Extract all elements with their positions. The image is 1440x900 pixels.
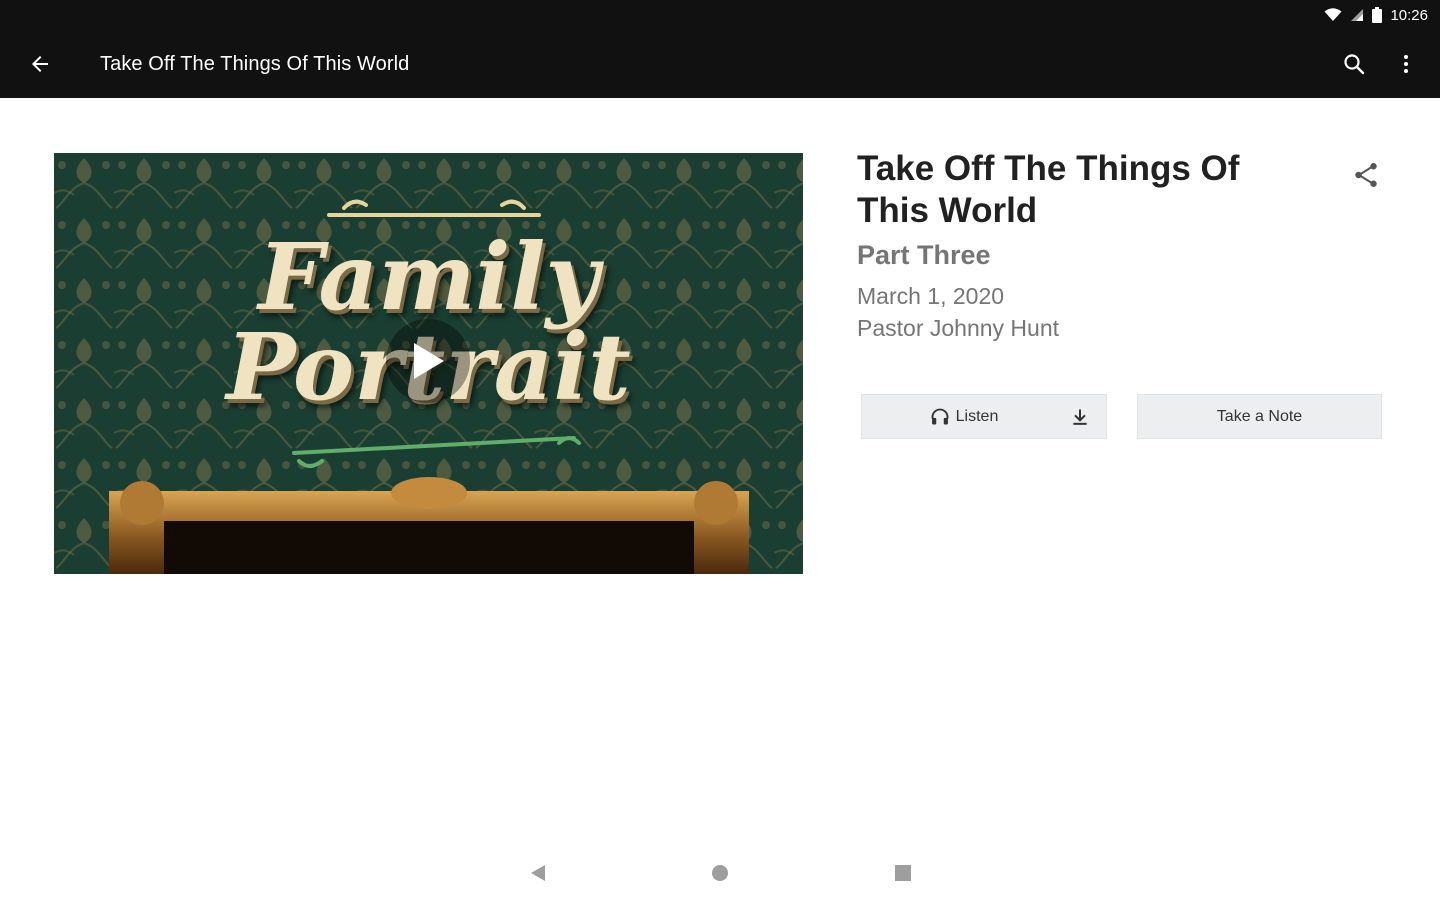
nav-recents-button[interactable] xyxy=(889,859,917,887)
take-note-label: Take a Note xyxy=(1216,407,1303,425)
arrow-back-icon xyxy=(32,56,48,72)
more-vert-icon xyxy=(1404,55,1408,73)
app-bar: Take Off The Things Of This World xyxy=(0,30,1440,98)
sermon-speaker: Pastor Johnny Hunt xyxy=(857,315,1060,341)
status-bar: 10:26 xyxy=(0,0,1440,30)
headphones-icon xyxy=(931,408,949,424)
download-icon xyxy=(1073,409,1087,425)
take-note-button[interactable]: Take a Note xyxy=(1137,394,1382,439)
search-button[interactable] xyxy=(1328,30,1380,98)
app-bar-title: Take Off The Things Of This World xyxy=(100,52,410,75)
status-time: 10:26 xyxy=(1390,6,1428,24)
cell-signal-icon xyxy=(1351,9,1364,21)
sermon-part: Part Three xyxy=(857,240,991,270)
download-button[interactable] xyxy=(1068,405,1092,429)
nav-home-button[interactable] xyxy=(706,859,734,887)
system-nav-bar xyxy=(0,845,1440,900)
nav-back-button[interactable] xyxy=(524,859,552,887)
back-button[interactable] xyxy=(0,30,80,98)
play-icon xyxy=(414,343,444,379)
wifi-icon xyxy=(1324,8,1342,21)
overflow-menu-button[interactable] xyxy=(1380,30,1432,98)
listen-button[interactable]: Listen xyxy=(861,394,1107,439)
play-button[interactable] xyxy=(386,319,470,403)
sermon-details: Take Off The Things Of This World Part T… xyxy=(857,148,1277,344)
nav-recents-icon xyxy=(895,865,911,881)
listen-label: Listen xyxy=(955,407,999,425)
nav-back-icon xyxy=(531,865,545,881)
share-button[interactable] xyxy=(1346,155,1386,195)
sermon-title: Take Off The Things Of This World xyxy=(857,149,1240,230)
nav-home-icon xyxy=(712,865,728,881)
battery-icon xyxy=(1372,7,1383,23)
search-icon xyxy=(1344,54,1365,75)
share-icon xyxy=(1355,163,1377,187)
sermon-date: March 1, 2020 xyxy=(857,283,1005,309)
sermon-artwork[interactable]: Family Portrait xyxy=(54,153,803,574)
